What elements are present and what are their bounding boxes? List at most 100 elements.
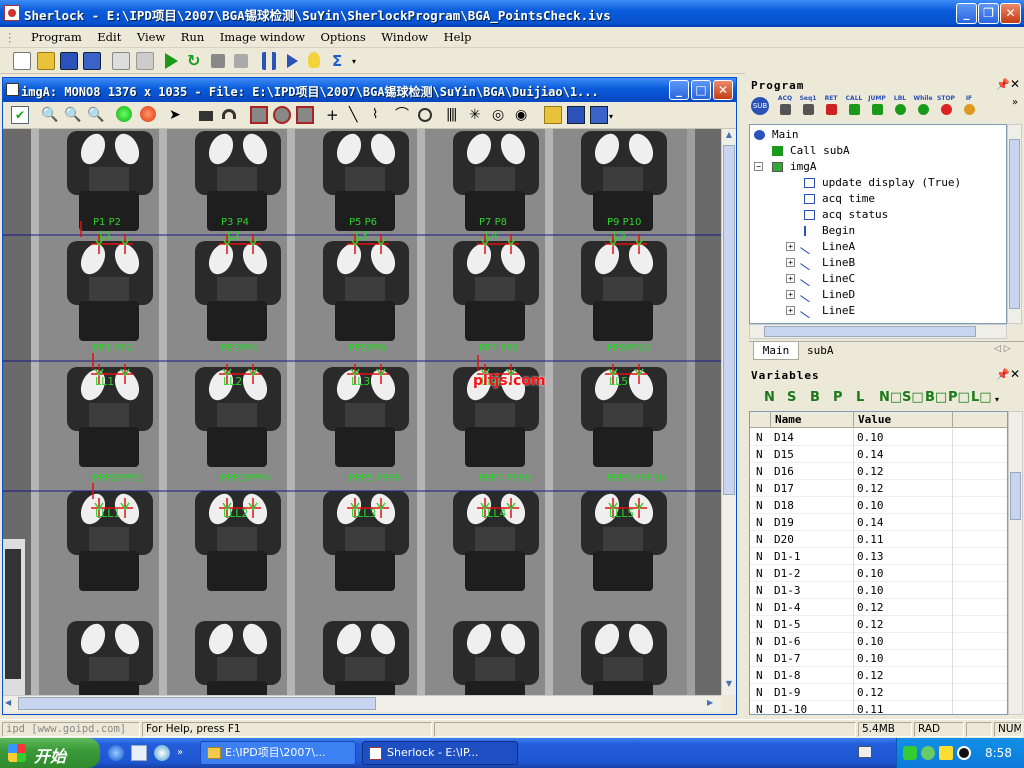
image-dropdown-icon[interactable]: ▾ — [609, 112, 613, 121]
filter-l-array-button[interactable]: L□ — [971, 390, 992, 405]
run-continuous-icon[interactable]: ↻ — [187, 52, 205, 70]
circle-icon[interactable] — [418, 108, 432, 122]
stop-icon[interactable] — [211, 54, 225, 68]
horizontal-scroll-thumb[interactable] — [18, 697, 376, 710]
keyboard-icon[interactable] — [858, 746, 872, 758]
image-vertical-scrollbar[interactable]: ▲ ▼ — [721, 129, 736, 695]
toolbox-while-button[interactable]: While — [912, 95, 934, 119]
filter-n-array-button[interactable]: N□ — [879, 390, 902, 405]
menu-help[interactable]: Help — [438, 27, 478, 44]
save-all-icon[interactable] — [83, 52, 101, 70]
variable-row[interactable]: N D17 0.12 — [750, 480, 1007, 497]
image-window-icon[interactable] — [6, 83, 19, 96]
toolbox-seq1-button[interactable]: Seq1 — [797, 95, 819, 119]
quicklaunch-icon[interactable] — [154, 745, 170, 761]
variable-row[interactable]: N D1-6 0.10 — [750, 633, 1007, 650]
tab-main[interactable]: Main — [753, 342, 799, 360]
collapse-icon[interactable]: − — [754, 162, 763, 171]
variable-row[interactable]: N D1-5 0.12 — [750, 616, 1007, 633]
desktop-icon[interactable] — [131, 745, 147, 761]
green-light-icon[interactable] — [116, 106, 132, 122]
tray-app-icon[interactable] — [921, 746, 935, 760]
variable-row[interactable]: N D1-10 0.11 — [750, 701, 1007, 714]
open-folder-icon[interactable] — [37, 52, 55, 70]
variable-row[interactable]: N D16 0.12 — [750, 463, 1007, 480]
toolbox-more-icon[interactable]: » — [1012, 97, 1018, 108]
halt-icon[interactable] — [234, 54, 248, 68]
tree-horizontal-scrollbar[interactable] — [749, 324, 1007, 339]
filter-n-button[interactable]: N — [764, 390, 775, 405]
line-icon[interactable]: ╲ — [349, 106, 367, 124]
image-maximize-button[interactable]: □ — [691, 80, 711, 100]
menu-run[interactable]: Run — [175, 27, 210, 44]
circle-edge-icon[interactable] — [273, 106, 291, 124]
network-icon[interactable] — [903, 746, 917, 760]
filter-dropdown-icon[interactable]: ▾ — [995, 395, 999, 404]
variables-scroll-thumb[interactable] — [1010, 472, 1021, 520]
filter-s-button[interactable]: S — [787, 390, 796, 405]
copy-icon[interactable] — [112, 52, 130, 70]
arc-rake-icon[interactable]: ◎ — [492, 106, 510, 124]
scroll-down-icon[interactable]: ▼ — [723, 679, 735, 692]
menu-edit[interactable]: Edit — [91, 27, 127, 44]
expand-icon[interactable]: + — [786, 306, 795, 315]
toolbox-jump-button[interactable]: JUMP — [866, 95, 888, 119]
image-horizontal-scrollbar[interactable]: ◀ ▶ — [3, 695, 721, 712]
save-image-as-icon[interactable] — [590, 106, 608, 124]
quicklaunch-more-icon[interactable]: » — [177, 747, 183, 758]
expand-icon[interactable]: + — [786, 242, 795, 251]
pointer-icon[interactable]: ➤ — [169, 106, 187, 124]
volume-icon[interactable] — [957, 746, 971, 760]
point-icon[interactable]: + — [326, 106, 344, 124]
program-close-icon[interactable]: ✕ — [1010, 77, 1020, 91]
value-column-header[interactable]: Value — [854, 412, 953, 428]
sigma-icon[interactable]: Σ — [332, 52, 350, 70]
scroll-left-icon[interactable]: ◀ — [5, 698, 11, 707]
tray-security-icon[interactable] — [939, 746, 953, 760]
variable-row[interactable]: N D14 0.10 — [750, 429, 1007, 446]
variable-row[interactable]: N D1-9 0.12 — [750, 684, 1007, 701]
toolbox-stop-button[interactable]: STOP — [935, 95, 957, 119]
variable-row[interactable]: N D20 0.11 — [750, 531, 1007, 548]
menu-view[interactable]: View — [131, 27, 171, 44]
new-file-icon[interactable] — [13, 52, 31, 70]
app-icon[interactable] — [4, 5, 20, 21]
ie-icon[interactable] — [108, 745, 124, 761]
variables-scrollbar[interactable] — [1008, 411, 1023, 715]
rect-edge-icon[interactable] — [250, 106, 268, 124]
expand-icon[interactable]: + — [786, 274, 795, 283]
program-tree[interactable]: Main Call subA − imgA update display (True) a… — [749, 124, 1007, 324]
menu-image-window[interactable]: Image window — [214, 27, 311, 44]
variable-row[interactable]: N D1-4 0.12 — [750, 599, 1007, 616]
name-column-header[interactable]: Name — [771, 412, 854, 428]
red-light-icon[interactable] — [140, 106, 156, 122]
variable-row[interactable]: N D18 0.10 — [750, 497, 1007, 514]
polyline-icon[interactable]: ⌇ — [372, 106, 390, 124]
toolbox-call-button[interactable]: CALL — [843, 95, 865, 119]
arc-roi-icon[interactable] — [222, 109, 236, 119]
expand-icon[interactable]: + — [786, 258, 795, 267]
zoom-out-icon[interactable]: 🔍 — [41, 106, 59, 124]
scroll-right-icon[interactable]: ▶ — [707, 698, 713, 707]
dropdown-arrow-icon[interactable]: ▾ — [352, 57, 356, 66]
zoom-in-icon[interactable]: 🔍 — [87, 106, 105, 124]
task-explorer[interactable]: E:\IPD项目\2007\... — [200, 741, 356, 765]
variable-row[interactable]: N D19 0.14 — [750, 514, 1007, 531]
start-button[interactable]: 开始 — [0, 738, 100, 768]
variable-row[interactable]: N D1-3 0.10 — [750, 582, 1007, 599]
variable-row[interactable]: N D1-2 0.10 — [750, 565, 1007, 582]
tree-vertical-scrollbar[interactable] — [1007, 124, 1022, 324]
zoom-fit-icon[interactable]: 🔍 — [64, 106, 82, 124]
filter-l-button[interactable]: L — [856, 390, 864, 405]
tree-hscroll-thumb[interactable] — [764, 326, 976, 337]
filter-b-array-button[interactable]: B□ — [925, 390, 947, 405]
task-sherlock[interactable]: Sherlock - E:\IP... — [362, 741, 518, 765]
sub-icon[interactable]: SUB — [751, 97, 769, 115]
filter-b-button[interactable]: B — [810, 390, 820, 405]
toolbox-if-button[interactable]: IF — [958, 95, 980, 119]
variables-pin-icon[interactable]: 📌 — [996, 368, 1010, 381]
type-column-header[interactable] — [750, 412, 771, 428]
lightbulb-icon[interactable] — [308, 52, 320, 68]
step-icon[interactable] — [287, 54, 298, 68]
pause-icon[interactable] — [262, 52, 276, 70]
